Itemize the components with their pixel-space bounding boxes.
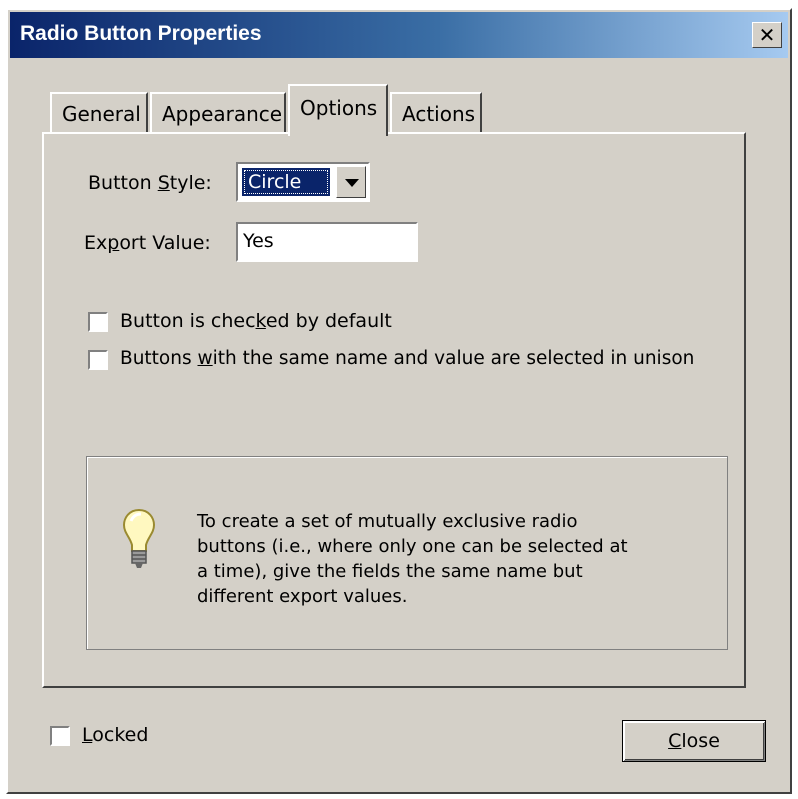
export-value-label: Export Value: [84,232,211,254]
info-box: To create a set of mutually exclusive ra… [86,456,728,650]
tab-options[interactable]: Options [288,84,388,136]
chevron-down-icon[interactable] [336,166,366,198]
tab-actions[interactable]: Actions [390,92,482,134]
locked-checkbox[interactable] [50,726,70,746]
locked-label: Locked [82,724,149,746]
select-in-unison-label: Buttons with the same name and value are… [120,348,695,369]
lightbulb-icon [122,508,156,568]
button-style-label: Button Style: [88,172,212,194]
title-bar[interactable]: Radio Button Properties ✕ [10,12,788,58]
checked-by-default-checkbox[interactable] [88,312,108,332]
export-value-input[interactable]: Yes [236,222,418,262]
tab-appearance[interactable]: Appearance [150,92,286,134]
close-button[interactable]: Close [622,720,766,762]
button-style-value: Circle [242,168,330,196]
window-close-button[interactable]: ✕ [752,22,782,48]
button-style-select[interactable]: Circle [236,162,370,202]
tab-general[interactable]: General [50,92,148,134]
select-in-unison-checkbox[interactable] [88,350,108,370]
info-text: To create a set of mutually exclusive ra… [197,511,628,607]
checked-by-default-label: Button is checked by default [120,310,392,332]
window-title: Radio Button Properties [20,22,262,45]
